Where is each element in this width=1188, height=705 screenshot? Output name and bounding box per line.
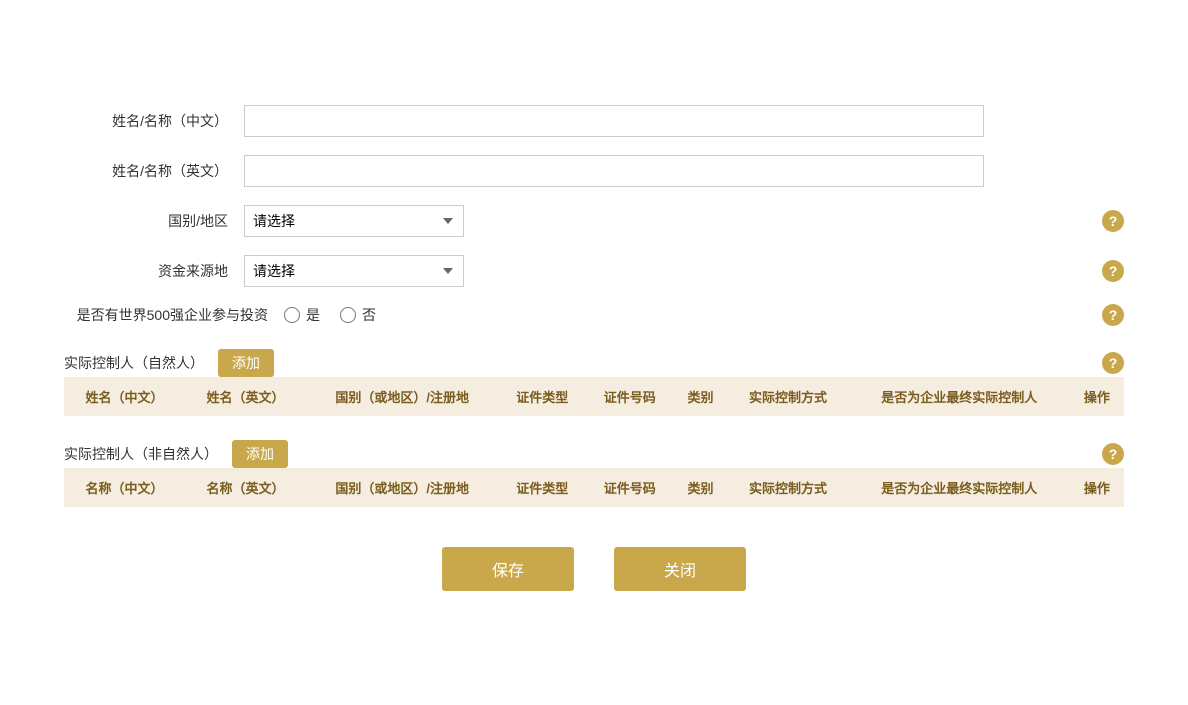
section1-add-button[interactable]: 添加 xyxy=(218,349,274,377)
section2-col-operation: 操作 xyxy=(1070,468,1124,507)
section2-col-name-en: 名称（英文） xyxy=(185,468,306,507)
name-en-input[interactable] xyxy=(244,155,984,187)
fortune500-row: 是否有世界500强企业参与投资 是 否 ? xyxy=(64,305,1124,325)
section1-col-operation: 操作 xyxy=(1070,377,1124,416)
section1-col-name-cn: 姓名（中文） xyxy=(64,377,185,416)
name-cn-label: 姓名/名称（中文） xyxy=(64,111,244,131)
section1-header-row: 姓名（中文） 姓名（英文） 国别（或地区）/注册地 证件类型 证件号码 类别 实… xyxy=(64,377,1124,416)
section1-help-icon[interactable]: ? xyxy=(1102,352,1124,374)
bottom-buttons: 保存 关闭 xyxy=(64,547,1124,591)
name-en-label: 姓名/名称（英文） xyxy=(64,161,244,181)
section2-col-category: 类别 xyxy=(674,468,728,507)
section2-col-country: 国别（或地区）/注册地 xyxy=(306,468,499,507)
section1-col-name-en: 姓名（英文） xyxy=(185,377,306,416)
section2-table-wrapper: 名称（中文） 名称（英文） 国别（或地区）/注册地 证件类型 证件号码 类别 实… xyxy=(64,468,1124,507)
name-en-row: 姓名/名称（英文） xyxy=(64,155,1124,187)
section2-help-icon[interactable]: ? xyxy=(1102,443,1124,465)
fund-source-label: 资金来源地 xyxy=(64,261,244,281)
radio-yes-label: 是 xyxy=(306,305,320,325)
section2-block: 实际控制人（非自然人） 添加 ? 名称（中文） 名称（英文） 国别（或地区）/注… xyxy=(64,440,1124,507)
fund-source-select[interactable]: 请选择 xyxy=(244,255,464,287)
section1-col-cert-type: 证件类型 xyxy=(498,377,586,416)
name-cn-input[interactable] xyxy=(244,105,984,137)
section2-col-cert-no: 证件号码 xyxy=(586,468,674,507)
section1-header: 实际控制人（自然人） 添加 ? xyxy=(64,349,1124,377)
fortune500-radio-group: 是 否 xyxy=(284,305,376,325)
section2-add-button[interactable]: 添加 xyxy=(232,440,288,468)
fund-source-row: 资金来源地 请选择 ? xyxy=(64,255,1124,287)
country-label: 国别/地区 xyxy=(64,211,244,231)
close-button[interactable]: 关闭 xyxy=(614,547,746,591)
radio-yes-item[interactable]: 是 xyxy=(284,305,320,325)
section1-col-country: 国别（或地区）/注册地 xyxy=(306,377,499,416)
section2-col-control-method: 实际控制方式 xyxy=(728,468,849,507)
name-cn-row: 姓名/名称（中文） xyxy=(64,105,1124,137)
section1-table: 姓名（中文） 姓名（英文） 国别（或地区）/注册地 证件类型 证件号码 类别 实… xyxy=(64,377,1124,416)
page-container: 姓名/名称（中文） 姓名/名称（英文） 国别/地区 请选择 ? 资金来源地 请选… xyxy=(44,75,1144,631)
section2-table: 名称（中文） 名称（英文） 国别（或地区）/注册地 证件类型 证件号码 类别 实… xyxy=(64,468,1124,507)
section1-block: 实际控制人（自然人） 添加 ? 姓名（中文） 姓名（英文） 国别（或地区）/注册… xyxy=(64,349,1124,416)
section2-header-row: 名称（中文） 名称（英文） 国别（或地区）/注册地 证件类型 证件号码 类别 实… xyxy=(64,468,1124,507)
section2-col-name-cn: 名称（中文） xyxy=(64,468,185,507)
country-row: 国别/地区 请选择 ? xyxy=(64,205,1124,237)
country-help-icon[interactable]: ? xyxy=(1102,210,1124,232)
radio-no-item[interactable]: 否 xyxy=(340,305,376,325)
save-button[interactable]: 保存 xyxy=(442,547,574,591)
fortune500-label: 是否有世界500强企业参与投资 xyxy=(64,305,284,325)
radio-yes-input[interactable] xyxy=(284,307,300,323)
section1-col-cert-no: 证件号码 xyxy=(586,377,674,416)
section1-title: 实际控制人（自然人） xyxy=(64,353,204,373)
section2-col-is-final: 是否为企业最终实际控制人 xyxy=(849,468,1070,507)
section1-col-is-final: 是否为企业最终实际控制人 xyxy=(849,377,1070,416)
section2-col-cert-type: 证件类型 xyxy=(498,468,586,507)
section1-col-category: 类别 xyxy=(674,377,728,416)
fund-source-help-icon[interactable]: ? xyxy=(1102,260,1124,282)
country-select[interactable]: 请选择 xyxy=(244,205,464,237)
section2-header: 实际控制人（非自然人） 添加 ? xyxy=(64,440,1124,468)
section1-col-control-method: 实际控制方式 xyxy=(728,377,849,416)
fortune500-help-icon[interactable]: ? xyxy=(1102,304,1124,326)
section1-table-wrapper: 姓名（中文） 姓名（英文） 国别（或地区）/注册地 证件类型 证件号码 类别 实… xyxy=(64,377,1124,416)
radio-no-input[interactable] xyxy=(340,307,356,323)
radio-no-label: 否 xyxy=(362,305,376,325)
section2-title: 实际控制人（非自然人） xyxy=(64,444,218,464)
